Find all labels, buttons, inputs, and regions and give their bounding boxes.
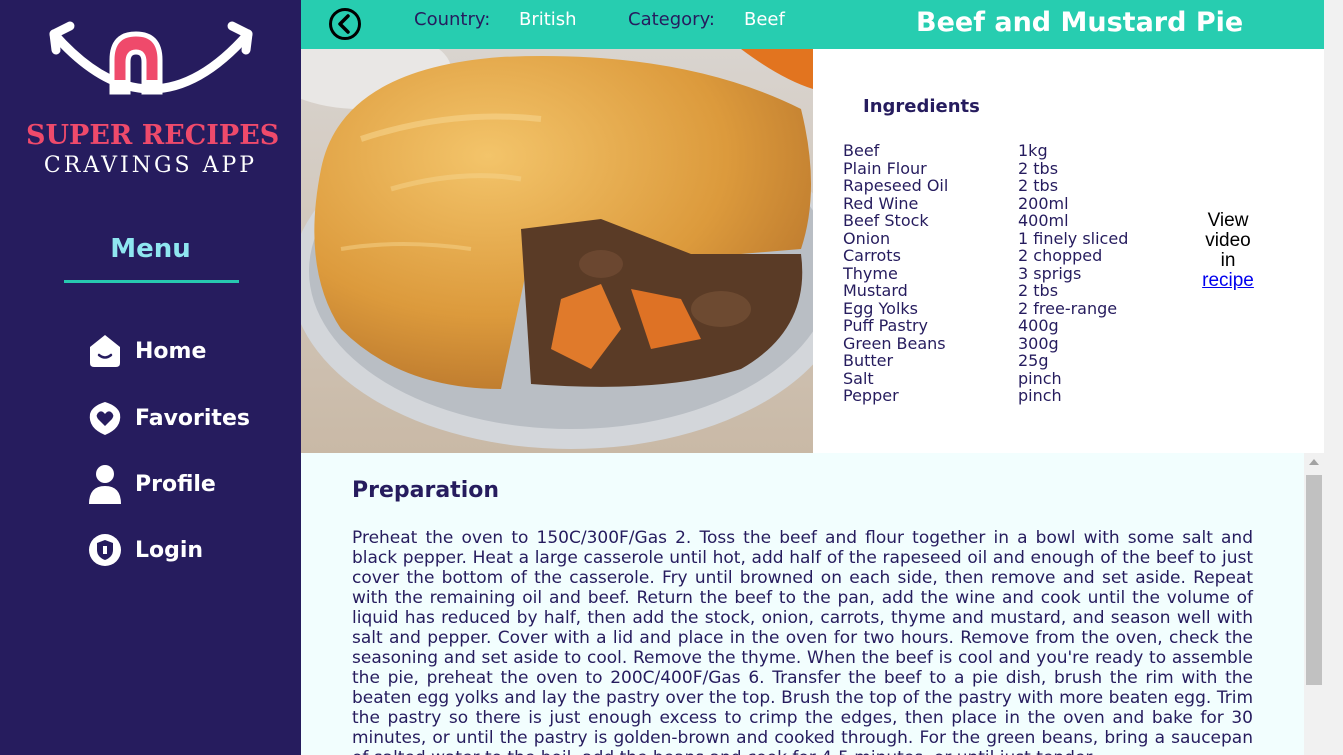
- recipe-header: Country: British Category: Beef Beef and…: [301, 0, 1324, 49]
- ingredient-name: Green Beans: [843, 333, 946, 353]
- ingredients-title: Ingredients: [863, 96, 980, 117]
- ingredient-row: Butter 25g: [843, 352, 1128, 370]
- ingredient-row: Pepper pinch: [843, 387, 1128, 405]
- preparation-scrollbar[interactable]: [1304, 453, 1324, 755]
- ingredient-measure: 2 tbs: [1018, 158, 1059, 178]
- ingredient-measure: 1kg: [1018, 141, 1048, 160]
- ingredient-measure: 2 tbs: [1018, 281, 1059, 300]
- ingredient-row: Red Wine 200ml: [843, 193, 1128, 213]
- recipe-image: [301, 49, 813, 453]
- ingredient-name: Carrots: [843, 246, 901, 265]
- user-icon: [88, 465, 122, 504]
- ingredient-row: Puff Pastry 400g: [843, 317, 1128, 335]
- ingredient-measure: 1 finely sliced: [1018, 228, 1129, 248]
- ingredient-row: Egg Yolks 2 free-range: [843, 298, 1128, 318]
- nav-item-label: Favorites: [135, 405, 250, 431]
- brand-tagline: CRAVINGS APP: [43, 153, 258, 178]
- home-icon: [88, 333, 122, 369]
- nav-item-label: Login: [135, 537, 204, 563]
- ingredient-measure: 200ml: [1018, 193, 1069, 213]
- ingredient-name: Puff Pastry: [843, 316, 929, 335]
- video-text-in: in: [1220, 250, 1236, 271]
- sidebar: SUPER RECIPES CRAVINGS APP Menu Home Fav…: [0, 0, 301, 755]
- scroll-up-arrow-icon[interactable]: [1309, 459, 1319, 465]
- ingredient-name: Beef Stock: [843, 211, 929, 230]
- menu-title: Menu: [110, 234, 191, 264]
- ingredient-measure: pinch: [1018, 368, 1062, 388]
- ingredient-measure: 300g: [1018, 333, 1059, 353]
- ingredient-row: Mustard 2 tbs: [843, 282, 1128, 300]
- ingredient-measure: 2 free-range: [1018, 298, 1118, 318]
- ingredients-list: Beef 1kg Plain Flour 2 tbs Rapeseed Oil 2 t…: [843, 142, 1128, 405]
- nav-item-label: Home: [135, 338, 207, 364]
- nav-item-home[interactable]: Home: [88, 331, 206, 371]
- preparation-title: Preparation: [352, 478, 500, 503]
- nav-item-label: Profile: [135, 471, 216, 497]
- ingredient-name: Egg Yolks: [843, 298, 918, 318]
- scrollbar-thumb[interactable]: [1306, 475, 1322, 685]
- ingredient-name: Onion: [843, 228, 891, 248]
- menu-divider: [64, 280, 239, 283]
- ingredient-name: Salt: [843, 368, 874, 388]
- ingredient-measure: 3 sprigs: [1018, 263, 1082, 283]
- nav-item-favorites[interactable]: Favorites: [88, 398, 250, 438]
- ingredient-measure: 400ml: [1018, 211, 1069, 230]
- ingredient-measure: 2 chopped: [1018, 246, 1103, 265]
- video-text-view: View: [1207, 210, 1249, 231]
- ingredient-name: Red Wine: [843, 193, 919, 213]
- ingredient-row: Salt pinch: [843, 368, 1128, 388]
- ingredient-measure: 2 tbs: [1018, 176, 1059, 195]
- preparation-text: Preheat the oven to 150C/300F/Gas 2. Tos…: [352, 528, 1253, 755]
- page-scrollbar[interactable]: [1324, 0, 1343, 755]
- back-arrow-icon[interactable]: [328, 7, 362, 41]
- ingredient-name: Rapeseed Oil: [843, 176, 949, 195]
- ingredient-name: Butter: [843, 351, 894, 370]
- ingredients-panel: Ingredients Beef 1kg Plain Flour 2 tbs Rap…: [813, 49, 1324, 453]
- shield-icon: [88, 532, 122, 568]
- recipe-title: Beef and Mustard Pie: [916, 7, 1244, 38]
- heart-icon: [88, 400, 122, 436]
- ingredient-name: Plain Flour: [843, 158, 927, 178]
- country-value: British: [519, 9, 577, 30]
- video-text-video: video: [1205, 230, 1251, 251]
- ingredient-row: Plain Flour 2 tbs: [843, 158, 1128, 178]
- category-label: Category:: [628, 9, 715, 30]
- ingredient-measure: 400g: [1018, 316, 1059, 335]
- ingredient-row: Green Beans 300g: [843, 333, 1128, 353]
- ingredient-row: Rapeseed Oil 2 tbs: [843, 177, 1128, 195]
- smile-magnet-logo-icon: [49, 21, 253, 95]
- preparation-section: Preparation Preheat the oven to 150C/300…: [301, 453, 1304, 755]
- ingredient-measure: 25g: [1018, 351, 1049, 370]
- video-link-block: View video in recipe: [1193, 211, 1263, 291]
- ingredient-measure: pinch: [1018, 386, 1062, 405]
- country-label: Country:: [414, 9, 491, 30]
- ingredient-row: Beef 1kg: [843, 142, 1128, 160]
- recipe-video-link[interactable]: recipe: [1202, 270, 1254, 291]
- ingredient-name: Thyme: [843, 263, 898, 283]
- brand-name: SUPER RECIPES: [26, 120, 280, 151]
- ingredient-row: Onion 1 finely sliced: [843, 228, 1129, 248]
- ingredient-name: Beef: [843, 141, 880, 160]
- nav-item-login[interactable]: Login: [88, 530, 203, 570]
- ingredient-row: Thyme 3 sprigs: [843, 263, 1128, 283]
- nav-item-profile[interactable]: Profile: [88, 464, 216, 504]
- ingredient-name: Mustard: [843, 281, 908, 300]
- ingredient-row: Carrots 2 chopped: [843, 247, 1128, 265]
- category-value: Beef: [744, 9, 785, 30]
- ingredient-name: Pepper: [843, 386, 899, 405]
- ingredient-row: Beef Stock 400ml: [843, 212, 1128, 230]
